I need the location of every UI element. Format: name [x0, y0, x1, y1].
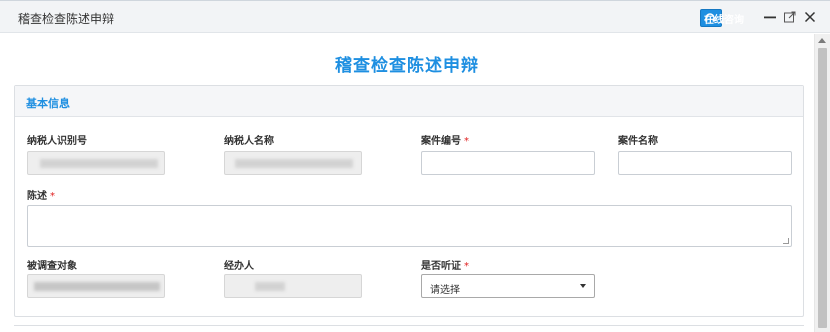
required-mark: * — [464, 261, 469, 272]
investigated-party-label: 被调查对象 — [27, 261, 77, 272]
close-icon[interactable] — [803, 10, 817, 24]
scroll-up-arrow-icon[interactable] — [818, 38, 826, 43]
hearing-select[interactable]: 请选择 — [421, 274, 595, 298]
resize-grip-icon[interactable] — [783, 238, 789, 244]
case-name-label: 案件名称 — [618, 136, 658, 147]
case-number-input[interactable] — [421, 151, 595, 175]
title-bar: 稽查检查陈述申辩 在线咨询 — [0, 1, 830, 33]
maximize-icon[interactable] — [783, 10, 797, 24]
taxpayer-id-label: 纳税人识别号 — [27, 136, 87, 147]
hearing-label: 是否听证 * — [421, 261, 469, 272]
taxpayer-name-label: 纳税人名称 — [224, 136, 274, 147]
page-title: 稽查检查陈述申辩 — [335, 56, 479, 76]
redacted-value — [255, 282, 285, 291]
basic-info-panel: 基本信息 纳税人识别号 纳税人名称 案件编号 * 案件名称 陈述 * 被调查对象… — [14, 85, 804, 317]
window-title: 稽查检查陈述申辩 — [18, 12, 115, 26]
case-number-label: 案件编号 * — [421, 136, 469, 147]
panel-header: 基本信息 — [15, 86, 803, 117]
vertical-scrollbar[interactable] — [814, 34, 830, 332]
investigated-party-field — [27, 274, 165, 298]
handler-field — [224, 274, 362, 298]
required-mark: * — [464, 136, 469, 147]
scrollbar-thumb[interactable] — [818, 48, 827, 328]
hearing-select-value: 请选择 — [430, 285, 460, 296]
taxpayer-name-field — [224, 151, 362, 175]
minimize-icon[interactable] — [763, 10, 777, 24]
case-name-input[interactable] — [618, 151, 792, 175]
dialog-window: 稽查检查陈述申辩 在线咨询 稽查检查陈述申辩 基本信息 纳税人识别号 纳税人名称… — [0, 0, 830, 332]
handler-label: 经办人 — [224, 261, 254, 272]
redacted-value — [34, 282, 160, 291]
redacted-value — [235, 159, 353, 168]
online-consult-label: 在线咨询 — [704, 14, 744, 26]
online-consult-button[interactable]: 在线咨询 — [700, 9, 744, 27]
chevron-down-icon — [580, 284, 586, 288]
statement-label: 陈述 * — [27, 191, 55, 202]
next-panel-edge — [14, 325, 804, 326]
required-mark: * — [50, 191, 55, 202]
redacted-value — [40, 159, 158, 168]
statement-textarea[interactable] — [27, 205, 792, 247]
panel-header-title: 基本信息 — [26, 97, 70, 110]
taxpayer-id-field — [27, 151, 165, 175]
